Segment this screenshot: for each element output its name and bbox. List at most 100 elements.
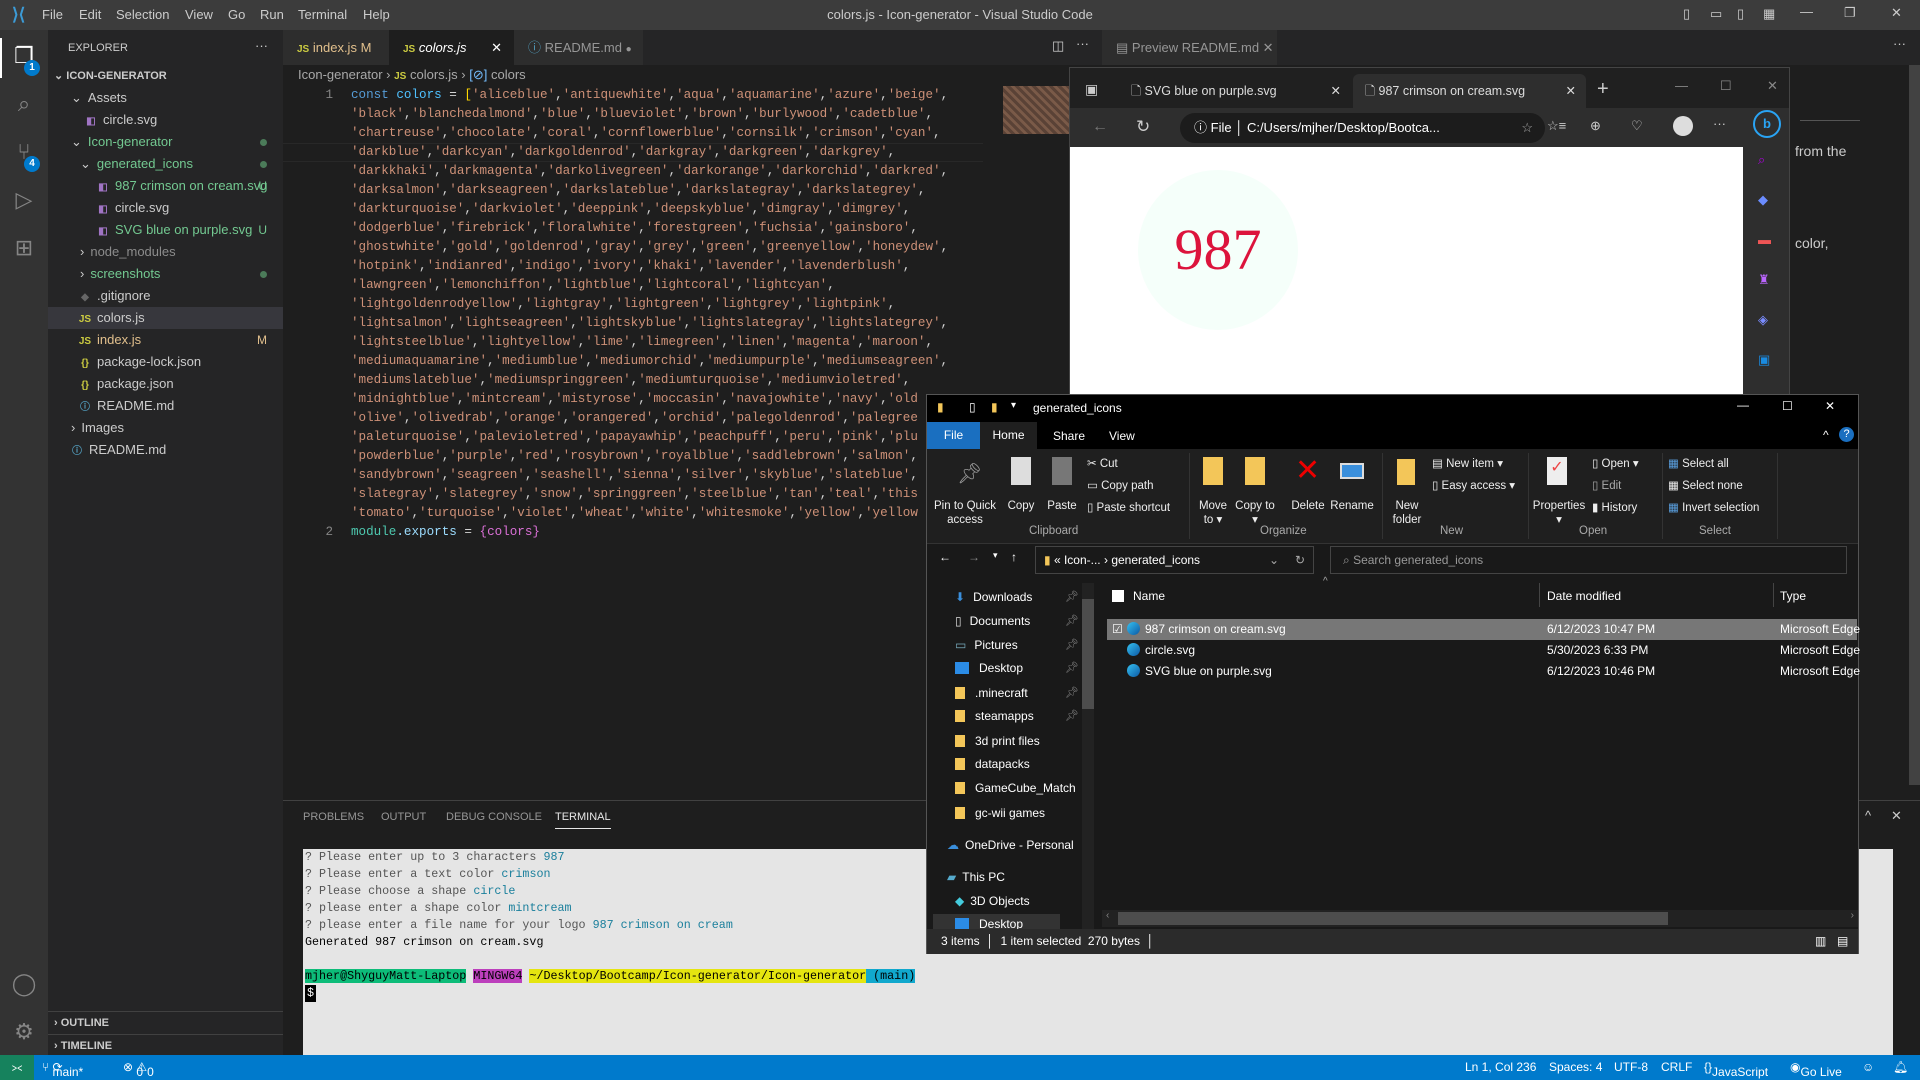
browser-minimize[interactable]: — <box>1675 78 1688 93</box>
panel-tab-problems[interactable]: PROBLEMS <box>303 811 364 823</box>
nav-item[interactable]: ◆ 3D Objects <box>955 891 1030 911</box>
tree-item[interactable]: ◧ SVG blue on purple.svg U <box>48 219 283 241</box>
breadcrumb-file[interactable]: colors.js <box>410 67 458 82</box>
recent-locations-button[interactable]: ▾ <box>993 550 998 561</box>
rename-button[interactable]: Rename <box>1329 499 1375 513</box>
tree-item[interactable]: ⓘ README.md <box>48 395 283 417</box>
collections-icon[interactable]: ⊕ <box>1590 118 1601 134</box>
nav-item[interactable]: 3d print files <box>955 731 1040 751</box>
favorites-icon[interactable]: ☆≡ <box>1547 118 1566 134</box>
menu-help[interactable]: Help <box>363 7 390 22</box>
explorer-minimize[interactable]: — <box>1737 398 1749 412</box>
nav-item[interactable]: Desktop <box>955 658 1023 678</box>
nav-item[interactable]: ▭ Pictures <box>955 635 1018 655</box>
minimize-button[interactable]: — <box>1800 4 1813 19</box>
nav-item[interactable]: datapacks <box>955 754 1030 774</box>
address-bar[interactable]: ▮ « Icon-... › generated_icons ⌄ ↻ <box>1035 546 1314 574</box>
copy-to-button[interactable]: Copy to ▾ <box>1235 499 1275 527</box>
nav-up-button[interactable]: ↑ <box>1011 550 1017 564</box>
sidebar-search-icon[interactable]: ⌕ <box>1758 152 1765 168</box>
collapse-ribbon-icon[interactable]: ^ <box>1823 428 1829 442</box>
nav-item[interactable]: ☁ OneDrive - Personal <box>947 835 1074 855</box>
tree-item[interactable]: JS colors.js <box>48 307 283 329</box>
preview-scrollbar[interactable] <box>1909 65 1920 785</box>
editor-more-icon[interactable]: ··· <box>1076 36 1089 51</box>
new-folder-button[interactable]: New folder <box>1387 499 1427 527</box>
panel-tab-debug-console[interactable]: DEBUG CONSOLE <box>446 811 542 823</box>
shopping-tag-icon[interactable]: ◆ <box>1758 192 1768 208</box>
account-icon[interactable]: ◯ <box>10 970 38 998</box>
feedback-icon[interactable]: ☺ <box>1862 1060 1874 1074</box>
tree-item[interactable]: ⌄ Assets <box>48 87 283 109</box>
menu-selection[interactable]: Selection <box>116 7 169 22</box>
paste-button[interactable]: Paste <box>1045 499 1079 513</box>
history-button[interactable]: ▮ History <box>1592 501 1637 515</box>
nav-item[interactable]: steamapps <box>955 706 1034 726</box>
tree-item[interactable]: ◧ circle.svg <box>48 109 283 131</box>
tree-item[interactable]: ◆ .gitignore <box>48 285 283 307</box>
split-editor-icon[interactable]: ◫ <box>1052 38 1064 54</box>
qa-dropdown[interactable]: ▾ <box>1011 400 1016 411</box>
tab-index-js[interactable]: JS index.js M <box>283 30 389 65</box>
breadcrumb-folder[interactable]: Icon-generator <box>298 67 383 82</box>
horizontal-scrollbar[interactable]: ‹ › <box>1102 910 1858 927</box>
language-mode[interactable]: {} JavaScript <box>1704 1060 1768 1079</box>
ribbon-tab-file[interactable]: File <box>927 422 980 449</box>
explorer-maximize[interactable]: ☐ <box>1782 399 1793 413</box>
tree-item[interactable]: {} package.json <box>48 373 283 395</box>
refresh-button[interactable]: ↻ <box>1136 117 1150 137</box>
tab-colors-js[interactable]: JS colors.js ✕ <box>389 30 514 65</box>
edit-button[interactable]: ▯ Edit <box>1592 479 1621 493</box>
tools-icon[interactable]: ▬ <box>1758 232 1771 247</box>
menu-run[interactable]: Run <box>260 7 284 22</box>
line-ending[interactable]: CRLF <box>1661 1060 1692 1074</box>
ribbon-tab-share[interactable]: Share <box>1053 429 1085 443</box>
tree-item[interactable]: ◧ 987 crimson on cream.svg U <box>48 175 283 197</box>
tree-item[interactable]: ⌄ generated_icons <box>48 153 283 175</box>
tree-root[interactable]: ⌄ ICON-GENERATOR <box>48 65 283 87</box>
copy-path-button[interactable]: ▭ Copy path <box>1087 479 1154 493</box>
menu-terminal[interactable]: Terminal <box>298 7 347 22</box>
newfolder-qa-icon[interactable]: ▮ <box>991 400 998 414</box>
extensions-icon[interactable]: ⊞ <box>10 234 38 262</box>
properties-qa-icon[interactable]: ▯ <box>969 400 976 414</box>
file-row[interactable]: circle.svg 5/30/2023 6:33 PM Microsoft Edg… <box>1107 640 1860 661</box>
new-tab-button[interactable]: + <box>1597 78 1609 101</box>
tree-item[interactable]: ⌄ Icon-generator <box>48 131 283 153</box>
cursor-position[interactable]: Ln 1, Col 236 <box>1465 1060 1536 1074</box>
large-icons-view-button[interactable]: ▤ <box>1837 929 1848 954</box>
nav-item[interactable]: gc-wii games <box>955 803 1045 823</box>
panel-tab-output[interactable]: OUTPUT <box>381 811 426 823</box>
timeline-section[interactable]: › TIMELINE <box>48 1034 283 1056</box>
profile-avatar[interactable] <box>1673 116 1693 136</box>
tab-actions-icon[interactable]: ▣ <box>1085 81 1098 98</box>
tab-preview-readme[interactable]: ▤ Preview README.md ✕ <box>1102 30 1277 65</box>
paste-shortcut-button[interactable]: ▯ Paste shortcut <box>1087 501 1170 515</box>
file-row[interactable]: SVG blue on purple.svg 6/12/2023 10:46 PM… <box>1107 661 1860 682</box>
run-debug-icon[interactable]: ▷ <box>10 186 38 214</box>
tree-item[interactable]: › Images <box>48 417 283 439</box>
encoding[interactable]: UTF-8 <box>1614 1060 1648 1074</box>
outline-section[interactable]: › OUTLINE <box>48 1012 283 1034</box>
toggle-panel-icon[interactable]: ▭ <box>1710 6 1722 22</box>
remote-icon[interactable]: ⪥ <box>0 1055 34 1080</box>
notifications-icon[interactable]: 🔔︎ <box>1893 1060 1908 1074</box>
invert-selection-button[interactable]: ▦ Invert selection <box>1668 501 1759 515</box>
nav-scrollbar[interactable] <box>1082 583 1094 929</box>
file-row[interactable]: ☑ 987 crimson on cream.svg 6/12/2023 10:47… <box>1107 619 1860 640</box>
nav-item[interactable]: ▯ Documents <box>955 611 1030 631</box>
office-icon[interactable]: ◈ <box>1758 312 1768 328</box>
close-tab-icon[interactable]: ✕ <box>491 30 502 65</box>
select-none-button[interactable]: ▦ Select none <box>1668 479 1743 493</box>
browser-essentials-icon[interactable]: ♡ <box>1631 118 1643 134</box>
ribbon-tab-home[interactable]: Home <box>980 422 1037 449</box>
nav-back-button[interactable]: ← <box>939 550 951 564</box>
select-all-checkbox[interactable] <box>1112 590 1124 602</box>
outlook-icon[interactable]: ▣ <box>1758 352 1770 368</box>
settings-gear-icon[interactable]: ⚙ <box>10 1018 38 1046</box>
tree-item[interactable]: › node_modules <box>48 241 283 263</box>
browser-maximize[interactable]: ☐ <box>1720 78 1732 94</box>
search-input[interactable]: ⌕ Search generated_icons <box>1330 546 1847 574</box>
browser-tab-svg-blue[interactable]: 🗋 SVG blue on purple.svg ✕ <box>1125 74 1347 108</box>
menu-view[interactable]: View <box>185 7 213 22</box>
